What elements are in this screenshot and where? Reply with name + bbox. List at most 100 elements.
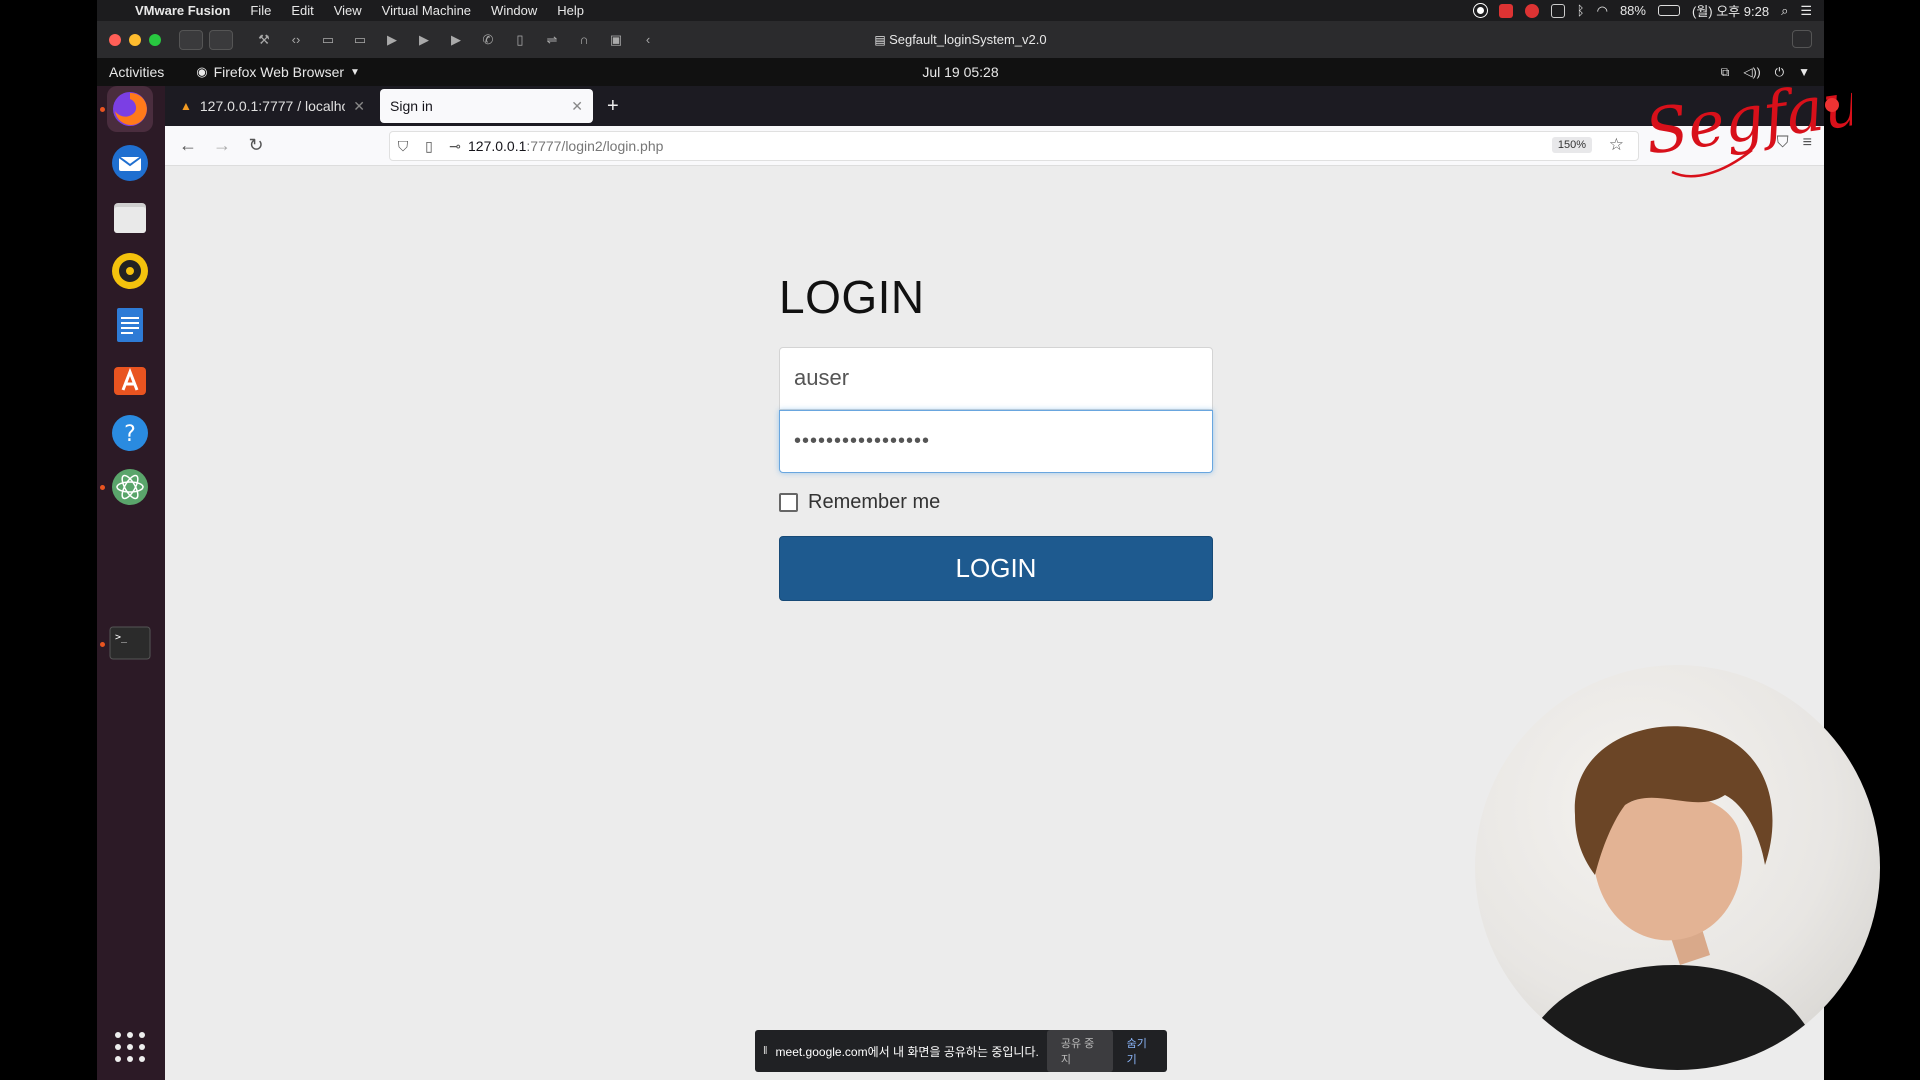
extension-icon[interactable] bbox=[1498, 3, 1513, 18]
software-center-dock-icon[interactable] bbox=[107, 356, 153, 402]
forward-button[interactable]: → bbox=[205, 135, 239, 156]
menubar-clock[interactable]: (월) 오후 9:28 bbox=[1692, 1, 1769, 20]
document-icon: ▤ bbox=[874, 33, 890, 47]
segfault-logo-watermark: Segfault bbox=[1642, 62, 1852, 178]
battery-icon[interactable] bbox=[1657, 5, 1680, 16]
url-path: :7777/login2/login.php bbox=[526, 138, 664, 154]
headphones-icon[interactable]: ∩ bbox=[573, 32, 595, 48]
ubuntu-dock: ? >_ bbox=[97, 86, 165, 1080]
username-field[interactable]: auser bbox=[779, 347, 1213, 410]
terminal-dock-icon[interactable]: >_ bbox=[107, 623, 153, 663]
menu-app-name[interactable]: VMware Fusion bbox=[125, 3, 240, 18]
url-host: 127.0.0.1 bbox=[468, 138, 527, 154]
rhythmbox-dock-icon[interactable] bbox=[107, 248, 153, 294]
firefox-small-icon: ◉ bbox=[196, 64, 208, 79]
reload-button[interactable]: ↻ bbox=[239, 135, 273, 156]
bluetooth-icon[interactable]: ᛒ bbox=[1577, 3, 1585, 18]
wrench-icon[interactable]: ⚒ bbox=[253, 32, 275, 48]
record-icon[interactable] bbox=[1473, 4, 1487, 17]
vm-device-tools: ⚒ ‹› ▭ ▭ ▶ ▶ ▶ ✆ ▯ ⇌ ∩ ▣ ‹ bbox=[253, 32, 659, 48]
camera-icon[interactable]: ▶ bbox=[381, 32, 403, 48]
ubuntu-top-bar: Activities ◉ Firefox Web Browser ▼ Jul 1… bbox=[97, 58, 1824, 86]
help-dock-icon[interactable]: ? bbox=[107, 410, 153, 456]
svg-text:?: ? bbox=[124, 422, 136, 447]
phone-icon[interactable]: ✆ bbox=[477, 32, 499, 48]
window-title-text: Segfault_loginSystem_v2.0 bbox=[889, 32, 1047, 47]
webcam-person bbox=[1515, 726, 1825, 1070]
hide-banner-button[interactable]: 숨기기 bbox=[1121, 1035, 1159, 1067]
control-center-icon[interactable]: ☰ bbox=[1800, 3, 1812, 19]
tab-bar: ▲ 127.0.0.1:7777 / localhost ✕ Sign in ✕… bbox=[165, 86, 1824, 126]
new-tab-button[interactable]: + bbox=[607, 95, 619, 118]
activities-button[interactable]: Activities bbox=[97, 64, 176, 80]
spotlight-search-icon[interactable]: ⌕ bbox=[1781, 3, 1788, 19]
files-dock-icon[interactable] bbox=[107, 194, 153, 240]
fullscreen-button[interactable] bbox=[1792, 30, 1812, 48]
screen: VMware Fusion File Edit View Virtual Mac… bbox=[0, 0, 1920, 1080]
notification-icon[interactable] bbox=[1524, 3, 1539, 18]
login-heading: LOGIN bbox=[779, 271, 925, 323]
back-button[interactable]: ← bbox=[171, 135, 205, 156]
password-field[interactable]: ••••••••••••••••• bbox=[779, 410, 1213, 473]
menu-window[interactable]: Window bbox=[481, 3, 547, 18]
shield-icon[interactable]: ⛉ bbox=[390, 138, 416, 155]
app-status-icon[interactable] bbox=[1550, 3, 1565, 18]
menu-help[interactable]: Help bbox=[547, 3, 594, 18]
close-window-button[interactable] bbox=[109, 33, 121, 46]
close-tab-icon[interactable]: ✕ bbox=[571, 98, 583, 115]
url-bar[interactable]: ⛉ ▯ ⊸ 127.0.0.1:7777/login2/login.php 15… bbox=[389, 131, 1639, 161]
tab-label: Sign in bbox=[390, 98, 433, 114]
key-icon[interactable]: ⊸ bbox=[442, 138, 468, 155]
camera-icon-2[interactable]: ▶ bbox=[413, 32, 435, 48]
remember-me-label: Remember me bbox=[808, 491, 941, 513]
url-text[interactable]: 127.0.0.1:7777/login2/login.php bbox=[468, 138, 663, 154]
login-form: LOGIN auser ••••••••••••••••• Remember m… bbox=[779, 270, 1213, 601]
display-icon[interactable]: ▣ bbox=[605, 32, 627, 48]
suspend-vm-button[interactable] bbox=[179, 29, 203, 50]
zoom-level-button[interactable]: 150% bbox=[1551, 137, 1592, 153]
close-tab-icon[interactable]: ✕ bbox=[353, 98, 365, 115]
atom-dock-icon[interactable] bbox=[107, 464, 153, 510]
menu-view[interactable]: View bbox=[324, 3, 372, 18]
remember-me-row[interactable]: Remember me bbox=[779, 491, 1213, 514]
remember-me-checkbox[interactable] bbox=[779, 493, 798, 512]
menu-file[interactable]: File bbox=[240, 3, 281, 18]
code-icon[interactable]: ‹› bbox=[285, 32, 307, 48]
chevron-left-icon[interactable]: ‹ bbox=[637, 32, 659, 48]
network-icon[interactable]: ⇌ bbox=[541, 32, 563, 48]
menu-edit[interactable]: Edit bbox=[281, 3, 323, 18]
share-message: meet.google.com에서 내 화면을 공유하는 중입니다. bbox=[775, 1044, 1039, 1059]
tab-sign-in[interactable]: Sign in ✕ bbox=[380, 89, 593, 123]
vmware-toolbar: ⚒ ‹› ▭ ▭ ▶ ▶ ▶ ✆ ▯ ⇌ ∩ ▣ ‹ ▤ Segfault_lo… bbox=[97, 21, 1824, 58]
disk-icon[interactable]: ▭ bbox=[349, 32, 371, 48]
show-applications-icon[interactable] bbox=[115, 1032, 145, 1062]
webcam-overlay bbox=[1475, 665, 1880, 1070]
thunderbird-dock-icon[interactable] bbox=[107, 140, 153, 186]
battery-percent: 88% bbox=[1619, 3, 1646, 18]
page-info-icon[interactable]: ▯ bbox=[416, 138, 442, 155]
close-badge-icon bbox=[1825, 98, 1839, 112]
window-controls bbox=[97, 33, 161, 46]
firefox-dock-icon[interactable] bbox=[107, 86, 153, 132]
camera-icon-3[interactable]: ▶ bbox=[445, 32, 467, 48]
app-menu[interactable]: ◉ Firefox Web Browser ▼ bbox=[176, 64, 360, 80]
tab-label: 127.0.0.1:7777 / localhost bbox=[199, 98, 346, 114]
printer-icon[interactable]: ▭ bbox=[317, 32, 339, 48]
writer-dock-icon[interactable] bbox=[107, 302, 153, 348]
mac-menubar: VMware Fusion File Edit View Virtual Mac… bbox=[97, 0, 1824, 21]
tab-phpmyadmin[interactable]: ▲ 127.0.0.1:7777 / localhost ✕ bbox=[170, 89, 375, 123]
login-button[interactable]: LOGIN bbox=[779, 536, 1213, 601]
minimize-window-button[interactable] bbox=[129, 33, 141, 46]
menubar-status-area: ᛒ ◠ 88% (월) 오후 9:28 ⌕ ☰ bbox=[1473, 1, 1824, 20]
wifi-icon[interactable]: ◠ bbox=[1597, 3, 1608, 19]
stop-sharing-button[interactable]: 공유 중지 bbox=[1046, 1030, 1113, 1072]
usb-icon[interactable]: ▯ bbox=[509, 32, 531, 48]
zoom-window-button[interactable] bbox=[149, 33, 161, 46]
running-indicator bbox=[100, 642, 105, 647]
snapshot-button[interactable] bbox=[209, 29, 233, 50]
screen-share-banner: ‖ meet.google.com에서 내 화면을 공유하는 중입니다. 공유 … bbox=[755, 1030, 1167, 1072]
menu-virtual-machine[interactable]: Virtual Machine bbox=[372, 3, 481, 18]
pause-icon: ‖ bbox=[763, 1045, 768, 1057]
bookmark-star-icon[interactable]: ☆ bbox=[1609, 135, 1624, 155]
running-indicator bbox=[100, 107, 105, 112]
